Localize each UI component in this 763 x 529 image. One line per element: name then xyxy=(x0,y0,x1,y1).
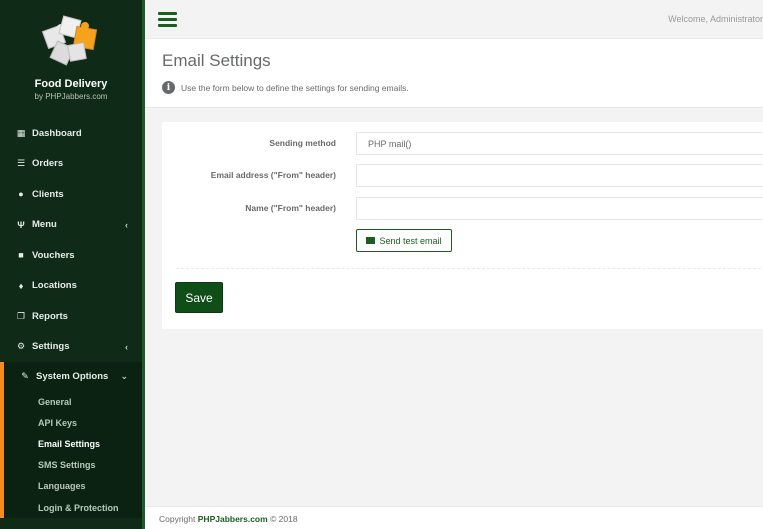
submenu-item-login-protection[interactable]: Login & Protection xyxy=(4,497,142,518)
send-test-email-button[interactable]: Send test email xyxy=(356,229,452,252)
sidebar-item-label: Vouchers xyxy=(32,249,75,261)
hamburger-menu-icon[interactable] xyxy=(158,12,177,27)
sending-method-label: Sending method xyxy=(269,138,336,148)
sidebar-item-locations[interactable]: ♦ Locations xyxy=(0,271,142,302)
user-icon: ● xyxy=(18,189,24,200)
company-link[interactable]: PHPJabbers.com xyxy=(198,514,268,524)
sidebar-item-label: Menu xyxy=(32,219,57,231)
envelope-icon xyxy=(366,237,376,244)
chevron-left-icon: ‹ xyxy=(125,219,128,230)
chevron-left-icon: ‹ xyxy=(125,341,128,352)
top-bar: Welcome, Administrator xyxy=(145,0,763,39)
sidebar-item-clients[interactable]: ● Clients xyxy=(0,179,142,210)
sidebar: Food Delivery by PHPJabbers.com ▦ Dashbo… xyxy=(0,0,145,529)
brand-name: Food Delivery xyxy=(34,78,108,90)
wrench-icon: ✎ xyxy=(21,371,29,381)
copyright-prefix: Copyright xyxy=(159,514,196,524)
sidebar-nav: ▦ Dashboard ☰ Orders ● Clients Ψ Menu ‹ … xyxy=(0,118,142,391)
name-from-label: Name ("From" header) xyxy=(245,203,336,213)
page-description: Use the form below to define the setting… xyxy=(181,83,409,93)
sidebar-item-label: Reports xyxy=(32,310,68,322)
logo-area: Food Delivery by PHPJabbers.com xyxy=(0,0,142,118)
page-header: Email Settings i Use the form below to d… xyxy=(145,39,763,108)
sidebar-item-label: Orders xyxy=(32,158,64,170)
submenu-item-general[interactable]: General xyxy=(4,391,142,412)
sidebar-item-dashboard[interactable]: ▦ Dashboard xyxy=(0,118,142,149)
puzzle-logo-icon xyxy=(39,14,103,70)
cogs-icon: ⚙ xyxy=(16,341,26,352)
sidebar-item-system-options[interactable]: ✎ System Options ⌄ xyxy=(0,362,142,391)
page-title: Email Settings xyxy=(162,51,271,70)
email-from-label: Email address ("From" header) xyxy=(210,170,336,180)
cutlery-icon: Ψ xyxy=(17,219,25,230)
sending-method-select[interactable]: PHP mail() xyxy=(356,132,763,155)
sidebar-item-label: Dashboard xyxy=(32,127,82,139)
map-marker-icon: ♦ xyxy=(18,280,24,291)
submenu-item-api-keys[interactable]: API Keys xyxy=(4,412,142,433)
email-from-field[interactable] xyxy=(356,164,763,187)
gift-icon: ■ xyxy=(18,250,24,261)
send-test-email-label: Send test email xyxy=(379,235,442,246)
footer-text: Copyright PHPJabbers.com © 2018 xyxy=(159,514,298,524)
footer: Copyright PHPJabbers.com © 2018 xyxy=(145,506,763,529)
welcome-text: Welcome, Administrator xyxy=(668,14,763,24)
sidebar-item-vouchers[interactable]: ■ Vouchers xyxy=(0,240,142,271)
form-divider xyxy=(176,268,763,269)
sidebar-item-label: Settings xyxy=(32,341,70,353)
copyright-year: © 2018 xyxy=(270,514,298,524)
sidebar-item-label: Clients xyxy=(32,188,64,200)
brand-subtitle: by PHPJabbers.com xyxy=(34,92,108,101)
system-options-submenu: General API Keys Email Settings SMS Sett… xyxy=(0,391,142,519)
sidebar-item-menu[interactable]: Ψ Menu ‹ xyxy=(0,210,142,241)
sidebar-item-label: System Options xyxy=(36,371,109,382)
submenu-item-languages[interactable]: Languages xyxy=(4,476,142,497)
name-from-field[interactable] xyxy=(356,197,763,220)
info-icon: i xyxy=(162,81,175,94)
sidebar-item-orders[interactable]: ☰ Orders xyxy=(0,149,142,180)
sidebar-item-label: Locations xyxy=(32,280,77,292)
email-settings-form: Sending method PHP mail() Email address … xyxy=(162,122,763,329)
submenu-item-sms-settings[interactable]: SMS Settings xyxy=(4,455,142,476)
dashboard-icon: ▦ xyxy=(16,127,26,138)
sidebar-item-settings[interactable]: ⚙ Settings ‹ xyxy=(0,332,142,363)
sidebar-item-reports[interactable]: ❐ Reports xyxy=(0,301,142,332)
chevron-down-icon: ⌄ xyxy=(120,371,128,381)
save-button[interactable]: Save xyxy=(175,282,223,313)
copy-icon: ❐ xyxy=(16,310,26,321)
list-icon: ☰ xyxy=(16,158,26,169)
submenu-item-email-settings[interactable]: Email Settings xyxy=(4,433,142,454)
